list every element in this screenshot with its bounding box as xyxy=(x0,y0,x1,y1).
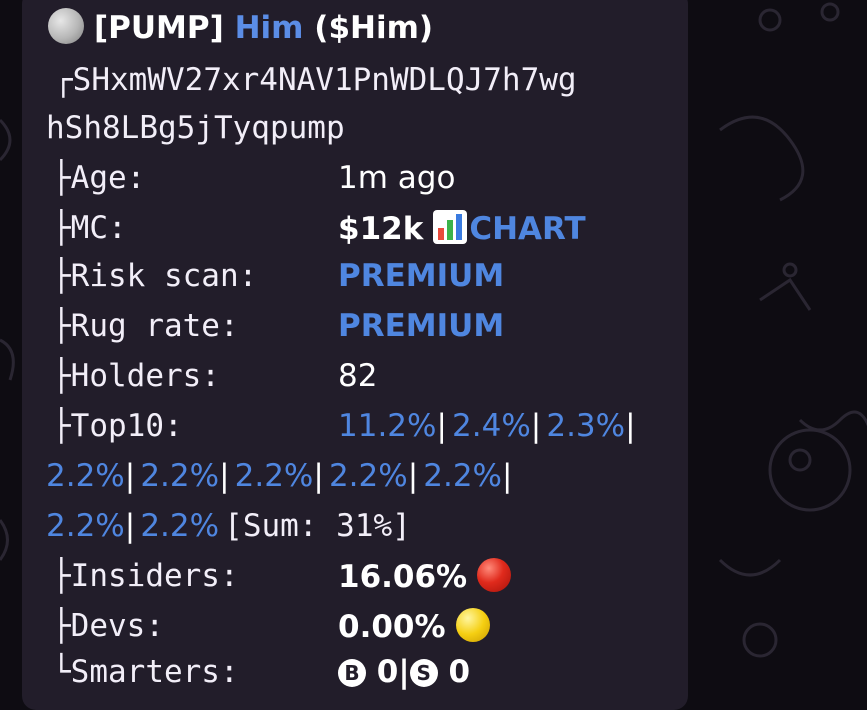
smarters-row: └Smarters: B 0| S 0 xyxy=(52,654,672,690)
mc-label: ├MC: xyxy=(52,210,127,246)
tree-prefix: ┌ xyxy=(54,62,73,98)
top10-holder-pct[interactable]: 2.2% xyxy=(46,508,125,544)
devs-label: ├Devs: xyxy=(52,608,164,644)
devs-value: 0.00% xyxy=(338,609,446,645)
top10-row-continued: 2.2%| 2.2%| 2.2%| 2.2%| 2.2%| xyxy=(46,458,512,494)
rug-rate-row: ├Rug rate: PREMIUM xyxy=(52,308,672,344)
top10-holder-pct[interactable]: 2.2% xyxy=(235,458,314,494)
separator: | xyxy=(124,458,136,494)
risk-scan-row: ├Risk scan: PREMIUM xyxy=(52,258,672,294)
smarters-b-value: 0 xyxy=(376,654,399,690)
top10-row-continued: 2.2%| 2.2% [Sum: 31%] xyxy=(46,508,411,544)
top10-row: ├Top10: 11.2%| 2.4%| 2.3%| xyxy=(52,408,692,444)
b-circle-icon: B xyxy=(338,659,366,687)
separator: | xyxy=(407,458,419,494)
age-row: ├Age: 1m ago xyxy=(52,160,672,196)
devs-row: ├Devs: 0.00% xyxy=(52,608,672,645)
moon-icon xyxy=(48,8,84,44)
contract-address-line1[interactable]: ┌SHxmWV27xr4NAV1PnWDLQJ7h7wg xyxy=(54,62,577,98)
mc-row: ├MC: $12k CHART xyxy=(52,210,672,247)
token-name-link[interactable]: Him xyxy=(235,10,304,46)
top10-holder-pct[interactable]: 2.2% xyxy=(46,458,125,494)
contract-address-part2: hSh8LBg5jTyqpump xyxy=(46,110,345,146)
holders-label: ├Holders: xyxy=(52,358,220,394)
mc-value: $12k xyxy=(338,211,424,247)
age-value: 1m ago xyxy=(338,160,456,196)
token-symbol: ($Him) xyxy=(314,10,434,46)
holders-row: ├Holders: 82 xyxy=(52,358,672,394)
top10-sum: [Sum: 31%] xyxy=(224,508,411,544)
insiders-row: ├Insiders: 16.06% xyxy=(52,558,672,595)
bar-chart-icon xyxy=(433,210,468,244)
message-bubble: [PUMP] Him ($Him) ┌SHxmWV27xr4NAV1PnWDLQ… xyxy=(22,0,688,710)
top10-holder-pct[interactable]: 2.2% xyxy=(329,458,408,494)
separator: | xyxy=(398,654,410,690)
insiders-label: ├Insiders: xyxy=(52,558,239,594)
yellow-circle-icon xyxy=(455,608,490,642)
red-circle-icon xyxy=(477,558,512,592)
top10-holder-pct[interactable]: 2.2% xyxy=(140,458,219,494)
message-header: [PUMP] Him ($Him) xyxy=(48,8,433,46)
smarters-s-value: 0 xyxy=(448,654,471,690)
top10-label: ├Top10: xyxy=(52,408,183,444)
s-circle-icon: S xyxy=(409,659,438,687)
platform-tag: [PUMP] xyxy=(94,10,224,46)
holders-value: 82 xyxy=(338,358,378,394)
smarters-label: └Smarters: xyxy=(52,654,239,690)
top10-holder-pct[interactable]: 2.3% xyxy=(546,408,625,444)
separator: | xyxy=(436,408,447,444)
age-label: ├Age: xyxy=(52,160,146,196)
risk-scan-link[interactable]: PREMIUM xyxy=(338,258,504,294)
separator: | xyxy=(219,458,230,494)
top10-holder-pct[interactable]: 2.2% xyxy=(140,508,219,544)
contract-address-line2[interactable]: hSh8LBg5jTyqpump xyxy=(46,110,345,146)
risk-scan-label: ├Risk scan: xyxy=(52,258,258,294)
separator: | xyxy=(502,458,513,494)
top10-holder-pct[interactable]: 2.4% xyxy=(452,408,531,444)
rug-rate-link[interactable]: PREMIUM xyxy=(338,308,504,344)
insiders-value: 16.06% xyxy=(338,559,468,595)
separator: | xyxy=(313,458,324,494)
separator: | xyxy=(625,408,636,444)
rug-rate-label: ├Rug rate: xyxy=(52,308,239,344)
contract-address-part1: SHxmWV27xr4NAV1PnWDLQJ7h7wg xyxy=(72,62,577,98)
top10-holder-pct[interactable]: 11.2% xyxy=(338,408,436,444)
separator: | xyxy=(124,508,136,544)
separator: | xyxy=(530,408,542,444)
chart-link[interactable]: CHART xyxy=(469,211,585,247)
top10-holder-pct[interactable]: 2.2% xyxy=(423,458,502,494)
